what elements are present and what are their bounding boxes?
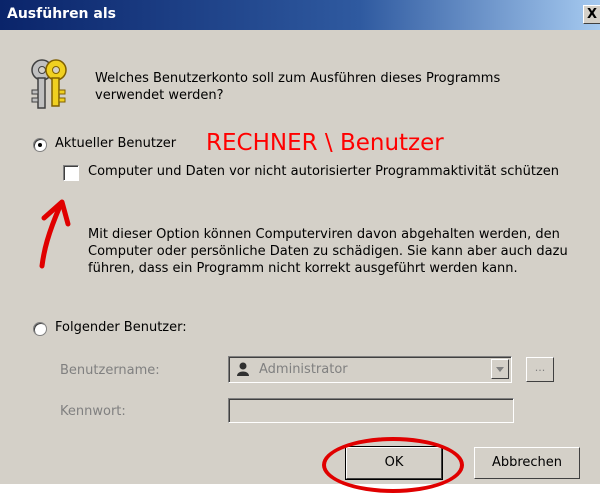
password-label: Kennwort:	[60, 404, 126, 419]
computer-user-overlay: RECHNER \ Benutzer	[206, 130, 444, 156]
keys-icon	[31, 59, 67, 109]
current-user-radio[interactable]	[33, 138, 47, 152]
red-arrow-annotation	[39, 199, 71, 269]
title-bar: Ausführen als X	[0, 0, 600, 30]
password-input[interactable]	[228, 398, 514, 423]
question-text: Welches Benutzerkonto soll zum Ausführen…	[95, 71, 501, 103]
dropdown-button[interactable]	[491, 359, 509, 379]
run-as-dialog: Welches Benutzerkonto soll zum Ausführen…	[0, 30, 600, 493]
username-value: Administrator	[259, 362, 348, 377]
close-button[interactable]: X	[583, 5, 600, 24]
current-user-label: Aktueller Benutzer	[55, 136, 177, 151]
chevron-down-icon	[496, 367, 504, 372]
username-label: Benutzername:	[60, 363, 160, 378]
other-user-label: Folgender Benutzer:	[55, 320, 187, 335]
username-combobox[interactable]: Administrator	[228, 356, 512, 383]
browse-button[interactable]: ...	[526, 357, 554, 382]
protect-label: Computer und Daten vor nicht autorisiert…	[88, 164, 560, 179]
other-user-radio[interactable]	[33, 322, 47, 336]
window-title: Ausführen als	[7, 6, 116, 22]
protect-description: Mit dieser Option können Computerviren d…	[88, 227, 568, 276]
ok-button[interactable]: OK	[345, 446, 443, 480]
user-icon	[235, 361, 251, 377]
protect-checkbox[interactable]	[63, 165, 79, 181]
cancel-button[interactable]: Abbrechen	[474, 447, 580, 479]
